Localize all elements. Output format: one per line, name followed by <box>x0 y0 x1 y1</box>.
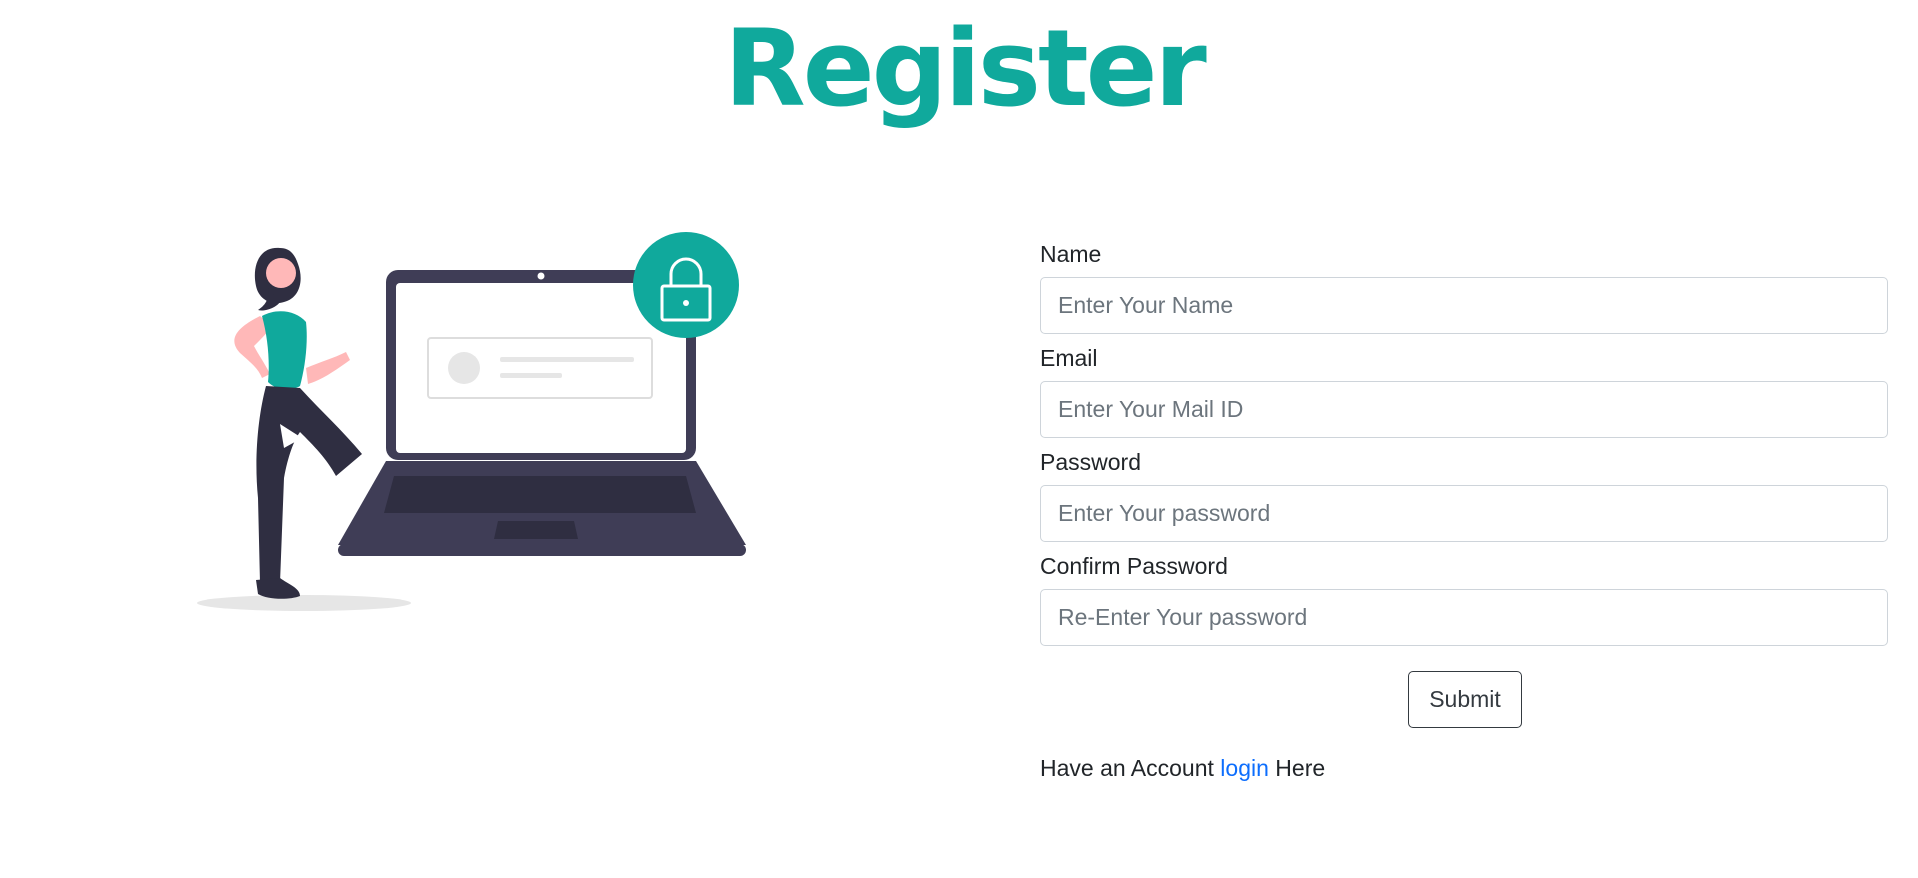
page-title: Register <box>724 7 1207 130</box>
confirm-password-input[interactable] <box>1040 589 1888 646</box>
login-prompt: Have an Account login Here <box>1040 753 1890 783</box>
email-input[interactable] <box>1040 381 1888 438</box>
login-link[interactable]: login <box>1220 755 1269 781</box>
lock-badge <box>633 232 739 338</box>
confirm-password-label: Confirm Password <box>1040 553 1228 579</box>
login-prompt-prefix: Have an Account <box>1040 755 1214 781</box>
submit-button[interactable]: Submit <box>1408 671 1522 728</box>
floor-shadow <box>197 595 411 611</box>
login-prompt-suffix: Here <box>1275 755 1326 781</box>
register-illustration <box>197 232 746 611</box>
registration-form: Name Email Password Confirm Password Sub… <box>1040 228 1890 783</box>
email-label: Email <box>1040 345 1098 371</box>
submit-row: Submit <box>1040 671 1890 728</box>
name-label: Name <box>1040 241 1102 267</box>
name-input[interactable] <box>1040 277 1888 334</box>
password-label: Password <box>1040 449 1141 475</box>
password-input[interactable] <box>1040 485 1888 542</box>
